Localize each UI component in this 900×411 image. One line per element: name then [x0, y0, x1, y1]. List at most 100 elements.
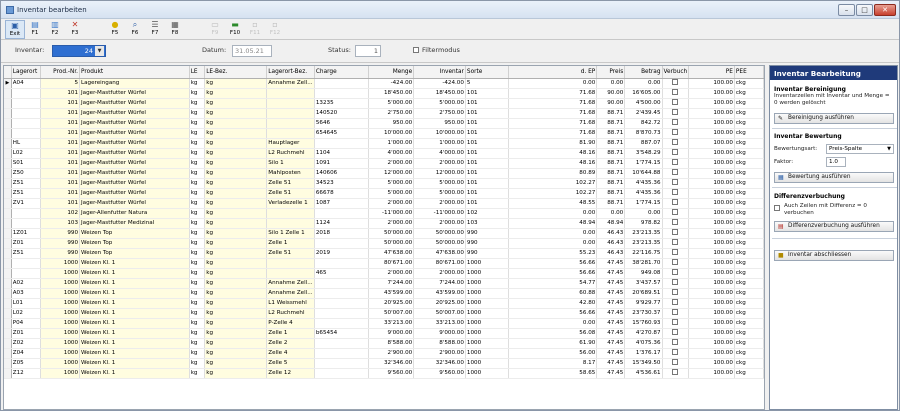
- table-row[interactable]: 102 Jager-Allenfutter Natura kg kg -11'000.0…: [4, 208, 764, 219]
- row-indicator[interactable]: [4, 228, 12, 239]
- grid-cell[interactable]: [11, 268, 41, 279]
- toolbar-button-f3[interactable]: ✕ F3: [65, 20, 85, 39]
- column-header-pee[interactable]: PEE: [734, 66, 764, 79]
- verbuch-cell[interactable]: [662, 358, 690, 369]
- grid-cell[interactable]: 46.43: [596, 238, 626, 249]
- grid-cell[interactable]: 101: [465, 118, 510, 129]
- grid-cell[interactable]: ckg: [734, 108, 764, 119]
- grid-cell[interactable]: kg: [204, 158, 268, 169]
- grid-cell[interactable]: [11, 258, 41, 269]
- grid-cell[interactable]: 47.45: [596, 298, 626, 309]
- grid-cell[interactable]: kg: [189, 148, 206, 159]
- grid-cell[interactable]: ckg: [734, 188, 764, 199]
- grid-cell[interactable]: 101: [40, 108, 81, 119]
- row-indicator[interactable]: [4, 288, 12, 299]
- grid-cell[interactable]: kg: [204, 88, 268, 99]
- grid-cell[interactable]: 0.00: [508, 238, 598, 249]
- verbuch-checkbox[interactable]: [672, 359, 679, 365]
- grid-cell[interactable]: 101: [40, 188, 81, 199]
- grid-cell[interactable]: 88.71: [596, 118, 626, 129]
- grid-cell[interactable]: Jager-Mastfutter Würfel: [79, 138, 190, 149]
- verbuch-cell[interactable]: [662, 288, 690, 299]
- grid-cell[interactable]: kg: [189, 328, 206, 339]
- verbuch-cell[interactable]: [662, 218, 690, 229]
- grid-cell[interactable]: 38'281.70: [624, 258, 663, 269]
- verbuch-checkbox[interactable]: [672, 119, 679, 125]
- grid-cell[interactable]: 950.00: [413, 118, 466, 129]
- grid-cell[interactable]: kg: [189, 368, 206, 379]
- grid-cell[interactable]: [314, 368, 369, 379]
- grid-cell[interactable]: L1 Weissmehl: [266, 298, 315, 309]
- grid-cell[interactable]: 47.45: [596, 318, 626, 329]
- grid-cell[interactable]: 0.00: [596, 78, 626, 89]
- grid-cell[interactable]: 1000: [40, 328, 81, 339]
- verbuch-cell[interactable]: [662, 328, 690, 339]
- verbuch-cell[interactable]: [662, 258, 690, 269]
- grid-cell[interactable]: 1000: [465, 288, 510, 299]
- grid-cell[interactable]: Jager-Mastfutter Würfel: [79, 148, 190, 159]
- grid-cell[interactable]: kg: [189, 258, 206, 269]
- grid-cell[interactable]: [266, 258, 315, 269]
- grid-cell[interactable]: 0.00: [624, 208, 663, 219]
- grid-cell[interactable]: ckg: [734, 88, 764, 99]
- grid-cell[interactable]: 1Z01: [11, 228, 41, 239]
- maximize-button[interactable]: □: [856, 4, 873, 16]
- grid-cell[interactable]: 1'376.17: [624, 348, 663, 359]
- grid-cell[interactable]: b65454: [314, 328, 369, 339]
- verbuch-checkbox[interactable]: [672, 189, 679, 195]
- verbuch-checkbox[interactable]: [672, 149, 679, 155]
- verbuch-checkbox[interactable]: [672, 289, 679, 295]
- column-header-prod-nr[interactable]: Prod.-Nr.: [40, 66, 81, 79]
- grid-cell[interactable]: 100.00: [688, 188, 735, 199]
- grid-cell[interactable]: A02: [11, 278, 41, 289]
- grid-cell[interactable]: 140606: [314, 168, 369, 179]
- grid-cell[interactable]: 101: [40, 178, 81, 189]
- grid-cell[interactable]: Z51: [11, 188, 41, 199]
- grid-cell[interactable]: Weizen Kl. 1: [79, 298, 190, 309]
- grid-cell[interactable]: 140520: [314, 108, 369, 119]
- row-indicator[interactable]: [4, 308, 12, 319]
- table-row[interactable]: Z01 1000 Weizen Kl. 1 kg kg Zelle 1 b65454 9'00…: [4, 328, 764, 339]
- grid-cell[interactable]: 1000: [40, 318, 81, 329]
- grid-cell[interactable]: L02: [11, 308, 41, 319]
- grid-cell[interactable]: 1000: [465, 308, 510, 319]
- grid-cell[interactable]: 2'000.00: [368, 158, 415, 169]
- grid-cell[interactable]: P-Zelle 4: [266, 318, 315, 329]
- grid-cell[interactable]: 48.94: [508, 218, 598, 229]
- grid-cell[interactable]: Z51: [11, 178, 41, 189]
- grid-cell[interactable]: ckg: [734, 158, 764, 169]
- grid-cell[interactable]: kg: [204, 278, 268, 289]
- grid-cell[interactable]: 102: [465, 208, 510, 219]
- grid-cell[interactable]: 16'605.00: [624, 88, 663, 99]
- verbuch-checkbox[interactable]: [672, 239, 679, 245]
- table-row[interactable]: Z51 101 Jager-Mastfutter Würfel kg kg Zelle 5…: [4, 188, 764, 199]
- grid-cell[interactable]: ckg: [734, 238, 764, 249]
- grid-cell[interactable]: 101: [465, 188, 510, 199]
- column-header-betrag[interactable]: Betrag: [624, 66, 663, 79]
- column-header-lagerort[interactable]: Lagerort: [11, 66, 41, 79]
- grid-cell[interactable]: Weizen Kl. 1: [79, 358, 190, 369]
- grid-cell[interactable]: Jager-Mastfutter Würfel: [79, 108, 190, 119]
- grid-cell[interactable]: Z02: [11, 338, 41, 349]
- grid-cell[interactable]: kg: [204, 248, 268, 259]
- grid-cell[interactable]: 9'000.00: [368, 328, 415, 339]
- inventar-select[interactable]: 24 ▼: [52, 45, 106, 57]
- grid-cell[interactable]: 100.00: [688, 238, 735, 249]
- verbuch-checkbox[interactable]: [672, 299, 679, 305]
- grid-cell[interactable]: 13235: [314, 98, 369, 109]
- grid-cell[interactable]: 58.65: [508, 368, 598, 379]
- grid-cell[interactable]: ckg: [734, 78, 764, 89]
- grid-cell[interactable]: 0.00: [508, 228, 598, 239]
- column-header-verbuch[interactable]: Verbuch: [662, 66, 690, 79]
- table-row[interactable]: 1000 Weizen Kl. 1 kg kg 465 2'000.00 2'000.00 1…: [4, 268, 764, 279]
- grid-cell[interactable]: Jager-Mastfutter Würfel: [79, 88, 190, 99]
- grid-cell[interactable]: Z01: [11, 328, 41, 339]
- chevron-down-icon[interactable]: ▼: [95, 46, 104, 56]
- grid-cell[interactable]: 103: [465, 218, 510, 229]
- grid-cell[interactable]: 71.68: [508, 88, 598, 99]
- grid-cell[interactable]: [314, 318, 369, 329]
- grid-cell[interactable]: Z51: [11, 248, 41, 259]
- grid-cell[interactable]: 100.00: [688, 278, 735, 289]
- grid-cell[interactable]: Mahlposten: [266, 168, 315, 179]
- table-row[interactable]: A02 1000 Weizen Kl. 1 kg kg Annahme Zell... 7'…: [4, 278, 764, 289]
